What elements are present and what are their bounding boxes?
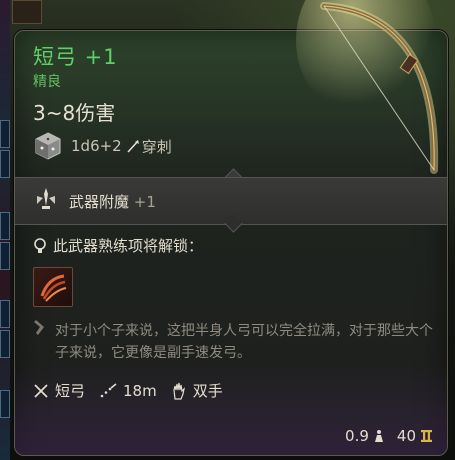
shortbow-image — [296, 0, 439, 174]
hand-icon — [173, 382, 185, 400]
range-label: 18m — [123, 381, 157, 400]
hotbar-edge — [0, 0, 10, 460]
hotbar-slot[interactable] — [0, 330, 10, 358]
dice-icon — [35, 132, 61, 160]
range-icon — [100, 382, 117, 397]
crossed-swords-icon — [34, 383, 48, 398]
piercing-icon — [127, 140, 139, 153]
item-description: 对于小个子来说，这把半身人弓可以完全拉满，对于那些大个子来说，它更像是副手速发弓… — [55, 323, 433, 361]
price-value: 40 — [396, 427, 416, 445]
dice-formula: 1d6+2 — [71, 137, 122, 155]
lock-icon — [34, 237, 46, 253]
hotbar-slot[interactable] — [0, 212, 10, 240]
proficiency-unlock-row: 此武器熟练项将解锁： — [33, 235, 203, 256]
enchantment-label: 武器附魔 +1 — [69, 191, 156, 212]
enchantment-icon — [37, 188, 55, 209]
proficiency-action-icon[interactable] — [33, 267, 73, 307]
enchantment-name: 武器附魔 — [69, 193, 130, 211]
damage-dice-row: 1d6+2 穿刺 — [33, 131, 172, 161]
enchantment-bonus: +1 — [133, 193, 156, 211]
weapon-type-property: 短弓 — [33, 380, 85, 401]
hotbar-slot[interactable] — [0, 390, 10, 418]
price-stat: 40 — [397, 427, 433, 445]
gold-coin-icon — [421, 430, 432, 442]
item-name: 短弓 +1 — [33, 45, 118, 69]
hotbar-slot[interactable] — [0, 242, 10, 270]
quill-icon — [34, 320, 44, 335]
item-rarity: 精良 — [33, 74, 61, 90]
item-properties: 短弓 18m 双手 — [33, 380, 237, 401]
item-damage: 3~8伤害 — [33, 101, 116, 125]
weapon-type-label: 短弓 — [55, 382, 86, 400]
hotbar-slot[interactable] — [0, 150, 10, 178]
top-slot[interactable] — [12, 0, 42, 24]
range-property: 18m — [99, 382, 157, 400]
unlock-label: 此武器熟练项将解锁： — [53, 237, 204, 255]
handedness-label: 双手 — [192, 382, 223, 400]
tooltip-footer: 0.9 40 — [345, 427, 433, 445]
hotbar-slot[interactable] — [0, 300, 10, 328]
hotbar-slot[interactable] — [0, 120, 10, 148]
weight-icon — [374, 430, 383, 442]
weight-value: 0.9 — [345, 427, 369, 445]
handedness-property: 双手 — [171, 380, 223, 401]
damage-type: 穿刺 — [141, 137, 172, 156]
flurry-icon — [40, 274, 67, 302]
weight-stat: 0.9 — [345, 427, 385, 445]
